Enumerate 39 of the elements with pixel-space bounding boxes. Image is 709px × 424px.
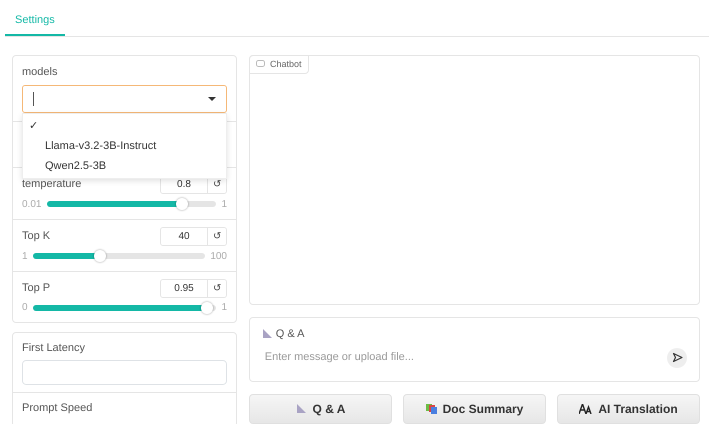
- number-field[interactable]: 40: [160, 226, 208, 246]
- slider-thumb[interactable]: [94, 250, 106, 262]
- dropdown-option[interactable]: ✓: [23, 116, 226, 136]
- slider-thumb[interactable]: [176, 198, 188, 210]
- slider-min: 0: [22, 301, 28, 316]
- slider-track[interactable]: [33, 253, 205, 259]
- slider-track[interactable]: [46, 201, 216, 208]
- mode-button[interactable]: AI Translation: [557, 394, 700, 424]
- option-label: Llama-v3.2-3B-Instruct: [44, 138, 156, 154]
- number-field[interactable]: 0.95: [160, 278, 208, 298]
- field-label: Prompt Speed: [22, 400, 94, 416]
- output-field[interactable]: [22, 360, 227, 384]
- font-size-icon: [579, 404, 592, 414]
- chat-icon: [256, 60, 265, 68]
- chatbot-label: Chatbot: [249, 54, 309, 74]
- slider-thumb[interactable]: [200, 302, 213, 314]
- slider-min: 1: [22, 250, 28, 264]
- documents-icon: [426, 403, 437, 414]
- field-label: First Latency: [22, 341, 86, 356]
- send-icon: [672, 352, 682, 363]
- slider-max: 100: [210, 250, 227, 264]
- slider-label: temperature: [22, 177, 82, 192]
- check-icon: ✓: [29, 120, 38, 132]
- slider-label: Top K: [22, 229, 50, 244]
- dropdown-option[interactable]: Qwen2.5-3B: [23, 156, 226, 176]
- option-label: Qwen2.5-3B: [44, 158, 106, 174]
- reset-button[interactable]: ↺: [208, 226, 227, 246]
- slider-max: 1: [221, 301, 227, 316]
- mode-button[interactable]: Q & A: [249, 394, 392, 424]
- input-label: Q & A: [276, 326, 304, 342]
- send-button[interactable]: [667, 348, 687, 368]
- mode-button[interactable]: Doc Summary: [403, 394, 546, 424]
- slider-max: 1: [221, 198, 227, 212]
- reset-button[interactable]: ↺: [208, 278, 227, 298]
- dropdown-option[interactable]: Llama-v3.2-3B-Instruct: [23, 136, 226, 156]
- field-label: models: [22, 64, 58, 80]
- slider-min: 0.01: [22, 198, 42, 212]
- caret-icon: [208, 97, 216, 101]
- slider-label: Top P: [22, 280, 50, 296]
